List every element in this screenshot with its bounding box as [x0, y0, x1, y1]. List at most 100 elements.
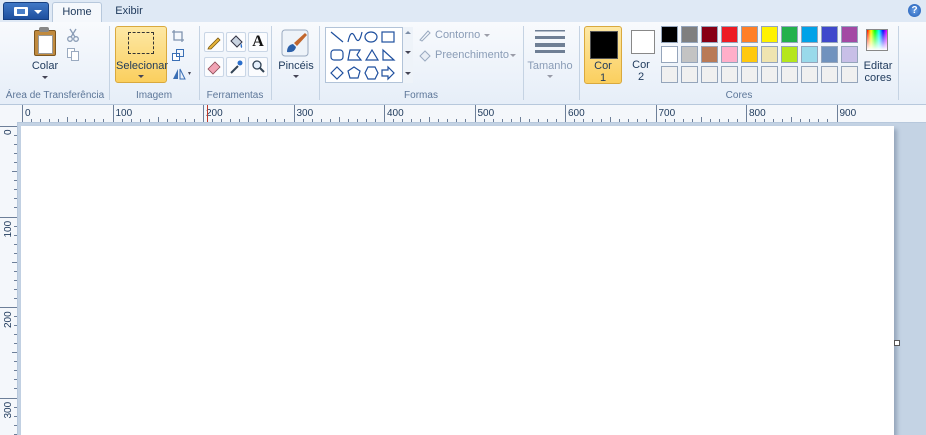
- palette-swatch[interactable]: [781, 66, 798, 83]
- magnifier-icon: [252, 60, 265, 73]
- ruler-label: 900: [840, 108, 857, 119]
- copy-icon[interactable]: [66, 47, 80, 61]
- palette-swatch[interactable]: [701, 46, 718, 63]
- palette-swatch[interactable]: [681, 46, 698, 63]
- rectangle-shape-icon: [381, 31, 395, 43]
- vertical-ruler-ticks: 0 100 200 300: [0, 126, 17, 435]
- palette-swatch[interactable]: [761, 66, 778, 83]
- crop-icon[interactable]: [171, 29, 185, 43]
- select-button[interactable]: Selecionar: [115, 26, 168, 83]
- group-label-colors: Cores: [725, 90, 753, 101]
- palette-swatch[interactable]: [741, 26, 758, 43]
- size-button[interactable]: Tamanho: [527, 27, 573, 83]
- palette-swatch[interactable]: [681, 66, 698, 83]
- magnifier-tool[interactable]: [248, 57, 268, 77]
- group-label-shapes: Formas: [404, 90, 438, 101]
- hexagon-shape-icon: [364, 66, 379, 80]
- palette-swatch[interactable]: [801, 66, 818, 83]
- horizontal-ruler-ticks: 0 100 200 300 400 500 600 700 800 900: [22, 105, 857, 122]
- palette-swatch[interactable]: [801, 46, 818, 63]
- resize-icon[interactable]: [171, 48, 185, 62]
- palette-swatch[interactable]: [661, 46, 678, 63]
- shapes-gallery[interactable]: [325, 27, 413, 83]
- palette-swatch[interactable]: [841, 46, 858, 63]
- vertical-ruler: 0 100 200 300: [0, 122, 18, 435]
- palette-swatch[interactable]: [661, 66, 678, 83]
- drawing-canvas[interactable]: [21, 126, 894, 435]
- pencil-tool[interactable]: [204, 32, 224, 52]
- ruler-label: 0: [3, 129, 14, 135]
- paint-menu-button[interactable]: [3, 2, 49, 20]
- edit-colors-button[interactable]: Editar cores: [861, 27, 895, 85]
- curve-shape-icon: [347, 31, 363, 43]
- tab-view[interactable]: Exibir: [107, 2, 151, 23]
- palette-swatch[interactable]: [721, 66, 738, 83]
- color1-swatch: [590, 31, 618, 59]
- outline-button[interactable]: Contorno: [418, 28, 518, 44]
- color1-button[interactable]: Cor 1: [584, 26, 622, 84]
- brushes-button[interactable]: Pincéis: [276, 27, 316, 83]
- chevron-down-icon: [405, 72, 411, 75]
- eraser-tool[interactable]: [204, 57, 224, 77]
- chevron-down-icon: [293, 75, 299, 78]
- palette-swatch[interactable]: [821, 26, 838, 43]
- rotate-icon[interactable]: [171, 67, 193, 81]
- outline-icon: [419, 30, 431, 42]
- shapes-gallery-scroll[interactable]: [402, 27, 413, 83]
- palette-swatch[interactable]: [741, 66, 758, 83]
- eyedropper-icon: [230, 60, 243, 74]
- line-size-icon: [535, 30, 565, 53]
- palette-swatch[interactable]: [761, 46, 778, 63]
- fill-button[interactable]: Preenchimento: [418, 48, 522, 64]
- ruler-label: 700: [659, 108, 676, 119]
- fill-icon: [419, 50, 431, 62]
- palette-swatch[interactable]: [701, 66, 718, 83]
- palette-swatch[interactable]: [721, 46, 738, 63]
- chevron-down-icon: [405, 51, 411, 54]
- palette-swatch[interactable]: [801, 26, 818, 43]
- ruler-label: 300: [3, 401, 14, 418]
- selection-rectangle-icon: [128, 32, 154, 54]
- select-label: Selecionar: [116, 60, 168, 72]
- palette-swatch[interactable]: [841, 66, 858, 83]
- group-separator: [271, 26, 272, 100]
- color2-button[interactable]: Cor 2: [626, 26, 656, 84]
- tab-home[interactable]: Home: [52, 2, 102, 23]
- shapes-grid: [330, 31, 396, 81]
- cut-icon[interactable]: [66, 28, 80, 42]
- palette-swatch[interactable]: [681, 26, 698, 43]
- paste-label: Colar: [31, 60, 59, 72]
- color-spectrum-icon: [866, 29, 888, 51]
- color2-number: 2: [637, 71, 645, 83]
- color-picker-tool[interactable]: [226, 57, 246, 77]
- chevron-down-icon: [34, 10, 42, 14]
- text-tool[interactable]: A: [248, 32, 268, 52]
- palette-swatch[interactable]: [821, 46, 838, 63]
- palette-swatch[interactable]: [721, 26, 738, 43]
- color1-number: 1: [599, 72, 607, 84]
- rounded-rectangle-shape-icon: [330, 49, 344, 61]
- group-label-tools: Ferramentas: [206, 90, 264, 101]
- group-separator: [898, 26, 899, 100]
- palette-swatch[interactable]: [841, 26, 858, 43]
- fill-tool[interactable]: [226, 32, 246, 52]
- color2-swatch: [631, 30, 655, 54]
- palette-swatch[interactable]: [821, 66, 838, 83]
- palette-swatch[interactable]: [781, 46, 798, 63]
- color2-label: Cor: [632, 59, 650, 71]
- canvas-resize-handle[interactable]: [894, 340, 900, 346]
- palette-swatch[interactable]: [761, 26, 778, 43]
- ruler-label: 300: [297, 108, 314, 119]
- brushes-label: Pincéis: [278, 60, 314, 72]
- palette-swatch[interactable]: [701, 26, 718, 43]
- group-separator: [579, 26, 580, 100]
- ruler-label: 200: [3, 311, 14, 328]
- group-separator: [109, 26, 110, 100]
- chevron-down-icon: [42, 76, 48, 79]
- palette-swatch[interactable]: [781, 26, 798, 43]
- paste-button[interactable]: Colar: [28, 27, 62, 83]
- help-icon[interactable]: ?: [908, 4, 921, 17]
- palette-swatch[interactable]: [741, 46, 758, 63]
- palette-swatch[interactable]: [661, 26, 678, 43]
- pencil-icon: [207, 37, 221, 50]
